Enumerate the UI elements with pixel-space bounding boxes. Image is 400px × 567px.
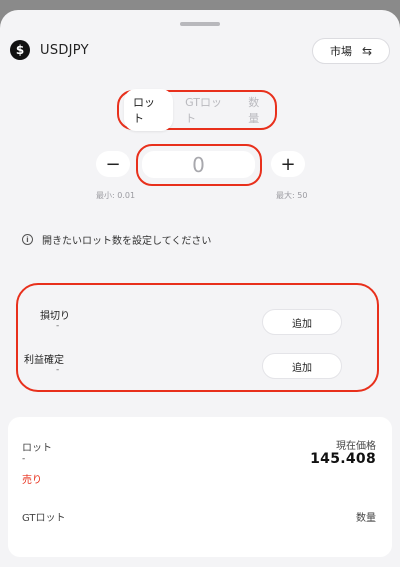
tab-gt-lot[interactable]: GTロット (185, 94, 230, 126)
take-profit-label: 利益確定 (24, 355, 64, 366)
summary-lot-value: - (22, 454, 26, 464)
unit-tabs: ロット GTロット 数量 (124, 89, 269, 131)
summary-side: 売り (22, 475, 42, 486)
order-sheet: $ USDJPY 市場 ⇆ ロット GTロット 数量 − + 最小: 0.01 … (0, 10, 400, 567)
summary-gt-lot-label: GTロット (22, 513, 66, 524)
market-label: 市場 (329, 45, 352, 58)
increment-button[interactable]: + (271, 151, 305, 177)
take-profit-value: - (56, 365, 60, 375)
tab-lot[interactable]: ロット (124, 89, 174, 131)
highlight-tabs: ロット GTロット 数量 (117, 89, 277, 131)
symbol-name: USDJPY (40, 42, 89, 58)
current-price: 145.408 (310, 451, 376, 467)
stop-loss-label: 損切り (40, 311, 70, 322)
max-lot-label: 最大: 50 (276, 191, 308, 200)
tab-quantity[interactable]: 数量 (248, 94, 269, 126)
stop-loss-row: 損切り - 追加 (18, 305, 377, 335)
summary-lot-label: ロット (22, 443, 52, 454)
take-profit-row: 利益確定 - 追加 (18, 349, 377, 379)
market-order-button[interactable]: 市場 ⇆ (312, 38, 390, 64)
decrement-button[interactable]: − (96, 151, 130, 177)
add-stop-loss-button[interactable]: 追加 (262, 309, 342, 335)
order-summary: ロット - 売り 現在価格 145.408 GTロット 数量 (8, 417, 392, 557)
current-price-label: 現在価格 (336, 441, 376, 452)
quantity-input[interactable] (142, 151, 255, 178)
dollar-coin-icon: $ (10, 40, 30, 60)
highlight-quantity (136, 144, 262, 186)
add-take-profit-button[interactable]: 追加 (262, 353, 342, 379)
symbol-header: $ USDJPY (10, 40, 89, 60)
summary-quantity-label: 数量 (356, 513, 376, 524)
sheet-grabber[interactable] (180, 22, 220, 26)
info-text: 開きたいロット数を設定してください (42, 236, 212, 247)
stop-loss-value: - (56, 321, 60, 331)
min-lot-label: 最小: 0.01 (96, 191, 136, 200)
highlight-orders: 損切り - 追加 利益確定 - 追加 (16, 283, 379, 392)
info-icon: i (22, 234, 33, 245)
info-hint: i 開きたいロット数を設定してください (22, 232, 211, 247)
swap-icon: ⇆ (361, 44, 373, 58)
